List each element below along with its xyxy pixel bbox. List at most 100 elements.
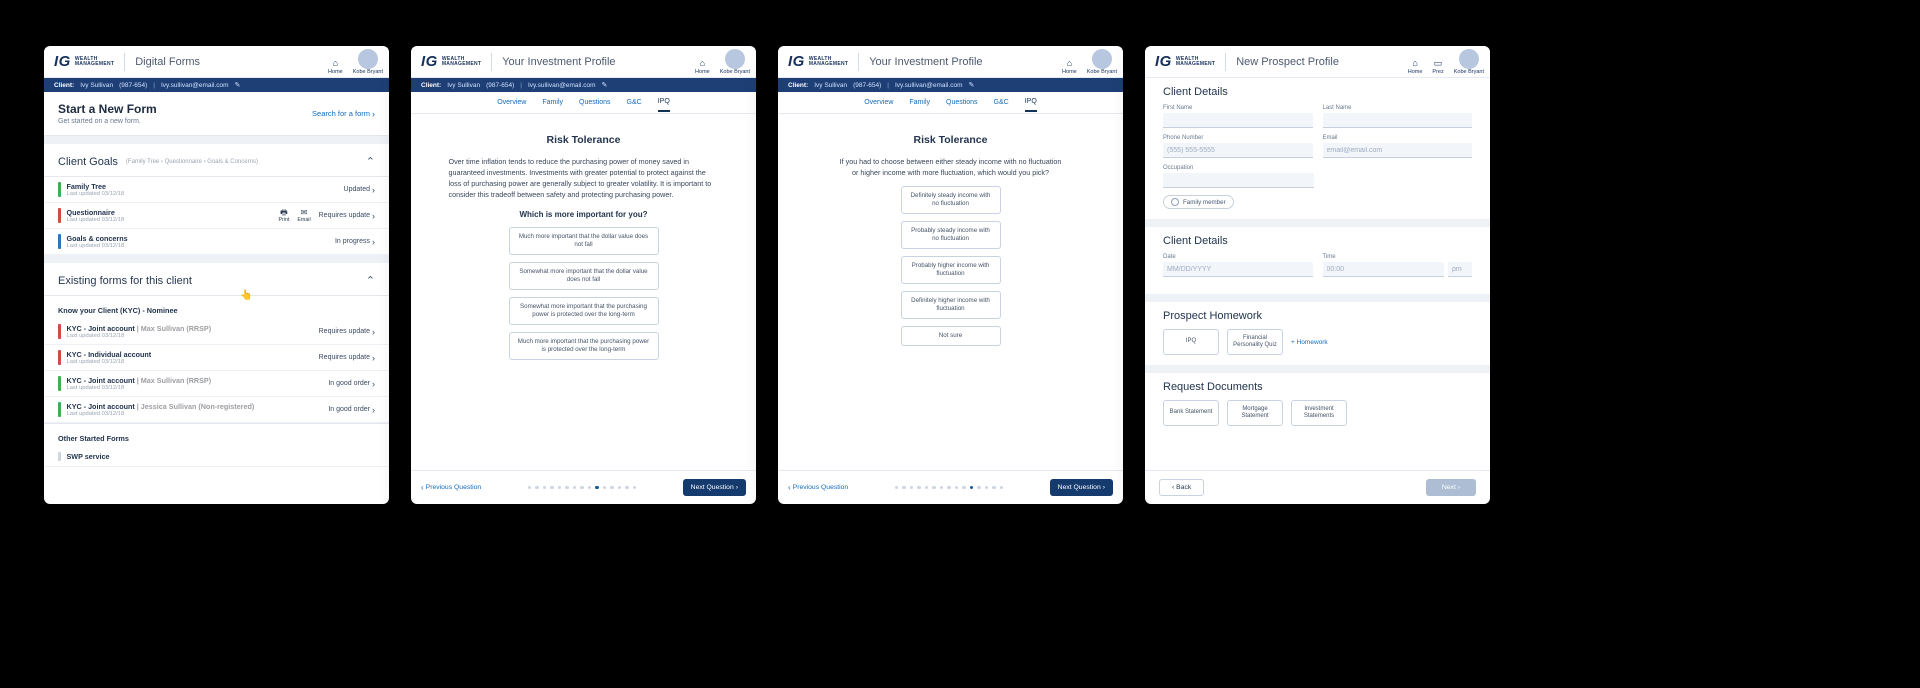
user-menu[interactable]: Kobe Bryant — [353, 49, 383, 75]
next-button[interactable]: Next › — [1426, 479, 1476, 496]
form-row[interactable]: KYC - Individual accountLast updated 03/… — [44, 345, 389, 371]
last-name-field[interactable] — [1323, 113, 1473, 128]
home-icon: ⌂ — [1067, 59, 1072, 68]
progress-dot[interactable] — [902, 486, 906, 490]
print-button[interactable]: 🖶Print — [278, 209, 289, 223]
first-name-field[interactable] — [1163, 113, 1313, 128]
tab-gc[interactable]: G&C — [994, 94, 1009, 111]
email-field[interactable] — [1323, 143, 1473, 158]
time-ampm-field[interactable] — [1448, 262, 1472, 277]
edit-icon[interactable]: ✎ — [235, 81, 241, 89]
previous-question-button[interactable]: ‹Previous Question — [788, 483, 848, 492]
form-row[interactable]: KYC - Joint account | Max Sullivan (RRSP… — [44, 371, 389, 397]
progress-dot[interactable] — [543, 486, 547, 490]
form-row[interactable]: KYC - Joint account | Jessica Sullivan (… — [44, 397, 389, 423]
user-menu[interactable]: Kobe Bryant — [1454, 49, 1484, 75]
goal-item-goals-concerns[interactable]: Goals & concerns Last updated 03/12/18 I… — [44, 229, 389, 255]
progress-dot[interactable] — [940, 486, 944, 490]
previous-question-button[interactable]: ‹Previous Question — [421, 483, 481, 492]
progress-dot[interactable] — [925, 486, 929, 490]
answer-option[interactable]: Much more important that the dollar valu… — [509, 227, 659, 255]
progress-dot[interactable] — [955, 486, 959, 490]
tab-overview[interactable]: Overview — [864, 94, 893, 111]
homework-ipq-tile[interactable]: IPQ — [1163, 329, 1219, 355]
nav-home[interactable]: ⌂Home — [1408, 59, 1423, 75]
progress-dot[interactable] — [603, 486, 607, 490]
progress-dot[interactable] — [595, 486, 599, 490]
progress-dot[interactable] — [910, 486, 914, 490]
occupation-field[interactable] — [1163, 173, 1314, 188]
form-swp[interactable]: SWP service — [44, 447, 389, 467]
nav-home[interactable]: ⌂Home — [695, 59, 710, 75]
progress-dot[interactable] — [558, 486, 562, 490]
tab-ipq[interactable]: IPQ — [1025, 93, 1037, 112]
client-goals-header[interactable]: Client Goals (Family Tree › Questionnair… — [44, 136, 389, 177]
progress-dot[interactable] — [977, 486, 981, 490]
progress-dot[interactable] — [962, 486, 966, 490]
panel-digital-forms: IG WEALTH MANAGEMENT Digital Forms ⌂ Hom… — [44, 46, 389, 504]
progress-dot[interactable] — [633, 486, 637, 490]
doc-investment-tile[interactable]: Investment Statements — [1291, 400, 1347, 426]
back-button[interactable]: ‹ Back — [1159, 479, 1204, 496]
progress-dot[interactable] — [947, 486, 951, 490]
progress-dot[interactable] — [625, 486, 629, 490]
existing-forms-header[interactable]: Existing forms for this client ⌃ — [44, 255, 389, 296]
answer-option[interactable]: Probably higher income with fluctuation — [901, 256, 1001, 284]
nav-home[interactable]: ⌂Home — [1062, 59, 1077, 75]
user-menu[interactable]: Kobe Bryant — [1087, 49, 1117, 75]
progress-dot[interactable] — [985, 486, 989, 490]
tab-questions[interactable]: Questions — [946, 94, 978, 111]
answer-option[interactable]: Not sure — [901, 326, 1001, 346]
progress-dot[interactable] — [610, 486, 614, 490]
nav-prez[interactable]: ▭Prez — [1432, 59, 1443, 75]
next-question-button[interactable]: Next Question› — [1050, 479, 1113, 496]
avatar — [1459, 49, 1479, 69]
answer-option[interactable]: Somewhat more important that the dollar … — [509, 262, 659, 290]
family-member-chip[interactable]: Family member — [1163, 195, 1234, 209]
progress-dot[interactable] — [895, 486, 899, 490]
tab-gc[interactable]: G&C — [627, 94, 642, 111]
progress-dot[interactable] — [970, 486, 974, 490]
doc-bank-tile[interactable]: Bank Statement — [1163, 400, 1219, 426]
phone-field[interactable] — [1163, 143, 1313, 158]
email-button[interactable]: ✉Email — [297, 209, 310, 223]
progress-dot[interactable] — [535, 486, 539, 490]
tab-ipq[interactable]: IPQ — [658, 93, 670, 112]
progress-dot[interactable] — [992, 486, 996, 490]
progress-dot[interactable] — [580, 486, 584, 490]
tab-questions[interactable]: Questions — [579, 94, 611, 111]
edit-icon[interactable]: ✎ — [602, 81, 608, 89]
progress-dot[interactable] — [917, 486, 921, 490]
progress-dot[interactable] — [528, 486, 532, 490]
progress-dot[interactable] — [565, 486, 569, 490]
progress-dot[interactable] — [618, 486, 622, 490]
tab-overview[interactable]: Overview — [497, 94, 526, 111]
progress-dot[interactable] — [550, 486, 554, 490]
answer-option[interactable]: Somewhat more important that the purchas… — [509, 297, 659, 325]
home-icon: ⌂ — [1412, 59, 1417, 68]
user-menu[interactable]: Kobe Bryant — [720, 49, 750, 75]
answer-option[interactable]: Much more important that the purchasing … — [509, 332, 659, 360]
time-field[interactable] — [1323, 262, 1445, 277]
tab-family[interactable]: Family — [542, 94, 563, 111]
client-email[interactable]: Ivy.sullivan@email.com — [161, 82, 229, 89]
goal-item-questionnaire[interactable]: Questionnaire Last updated 03/12/18 🖶Pri… — [44, 203, 389, 229]
homework-quiz-tile[interactable]: Financial Personality Quiz — [1227, 329, 1283, 355]
answer-option[interactable]: Probably steady income with no fluctuati… — [901, 221, 1001, 249]
next-question-button[interactable]: Next Question› — [683, 479, 746, 496]
tab-family[interactable]: Family — [909, 94, 930, 111]
progress-dot[interactable] — [573, 486, 577, 490]
answer-option[interactable]: Definitely higher income with fluctuatio… — [901, 291, 1001, 319]
nav-home[interactable]: ⌂ Home — [328, 59, 343, 75]
add-homework-link[interactable]: + Homework — [1291, 339, 1328, 346]
doc-mortgage-tile[interactable]: Mortgage Statement — [1227, 400, 1283, 426]
search-form-link[interactable]: Search for a form › — [312, 109, 375, 118]
goal-item-family-tree[interactable]: Family Tree Last updated 03/12/18 Update… — [44, 177, 389, 203]
form-row[interactable]: KYC - Joint account | Max Sullivan (RRSP… — [44, 319, 389, 345]
progress-dot[interactable] — [1000, 486, 1004, 490]
answer-option[interactable]: Definitely steady income with no fluctua… — [901, 186, 1001, 214]
edit-icon[interactable]: ✎ — [969, 81, 975, 89]
progress-dot[interactable] — [932, 486, 936, 490]
progress-dot[interactable] — [588, 486, 592, 490]
date-field[interactable] — [1163, 262, 1313, 277]
